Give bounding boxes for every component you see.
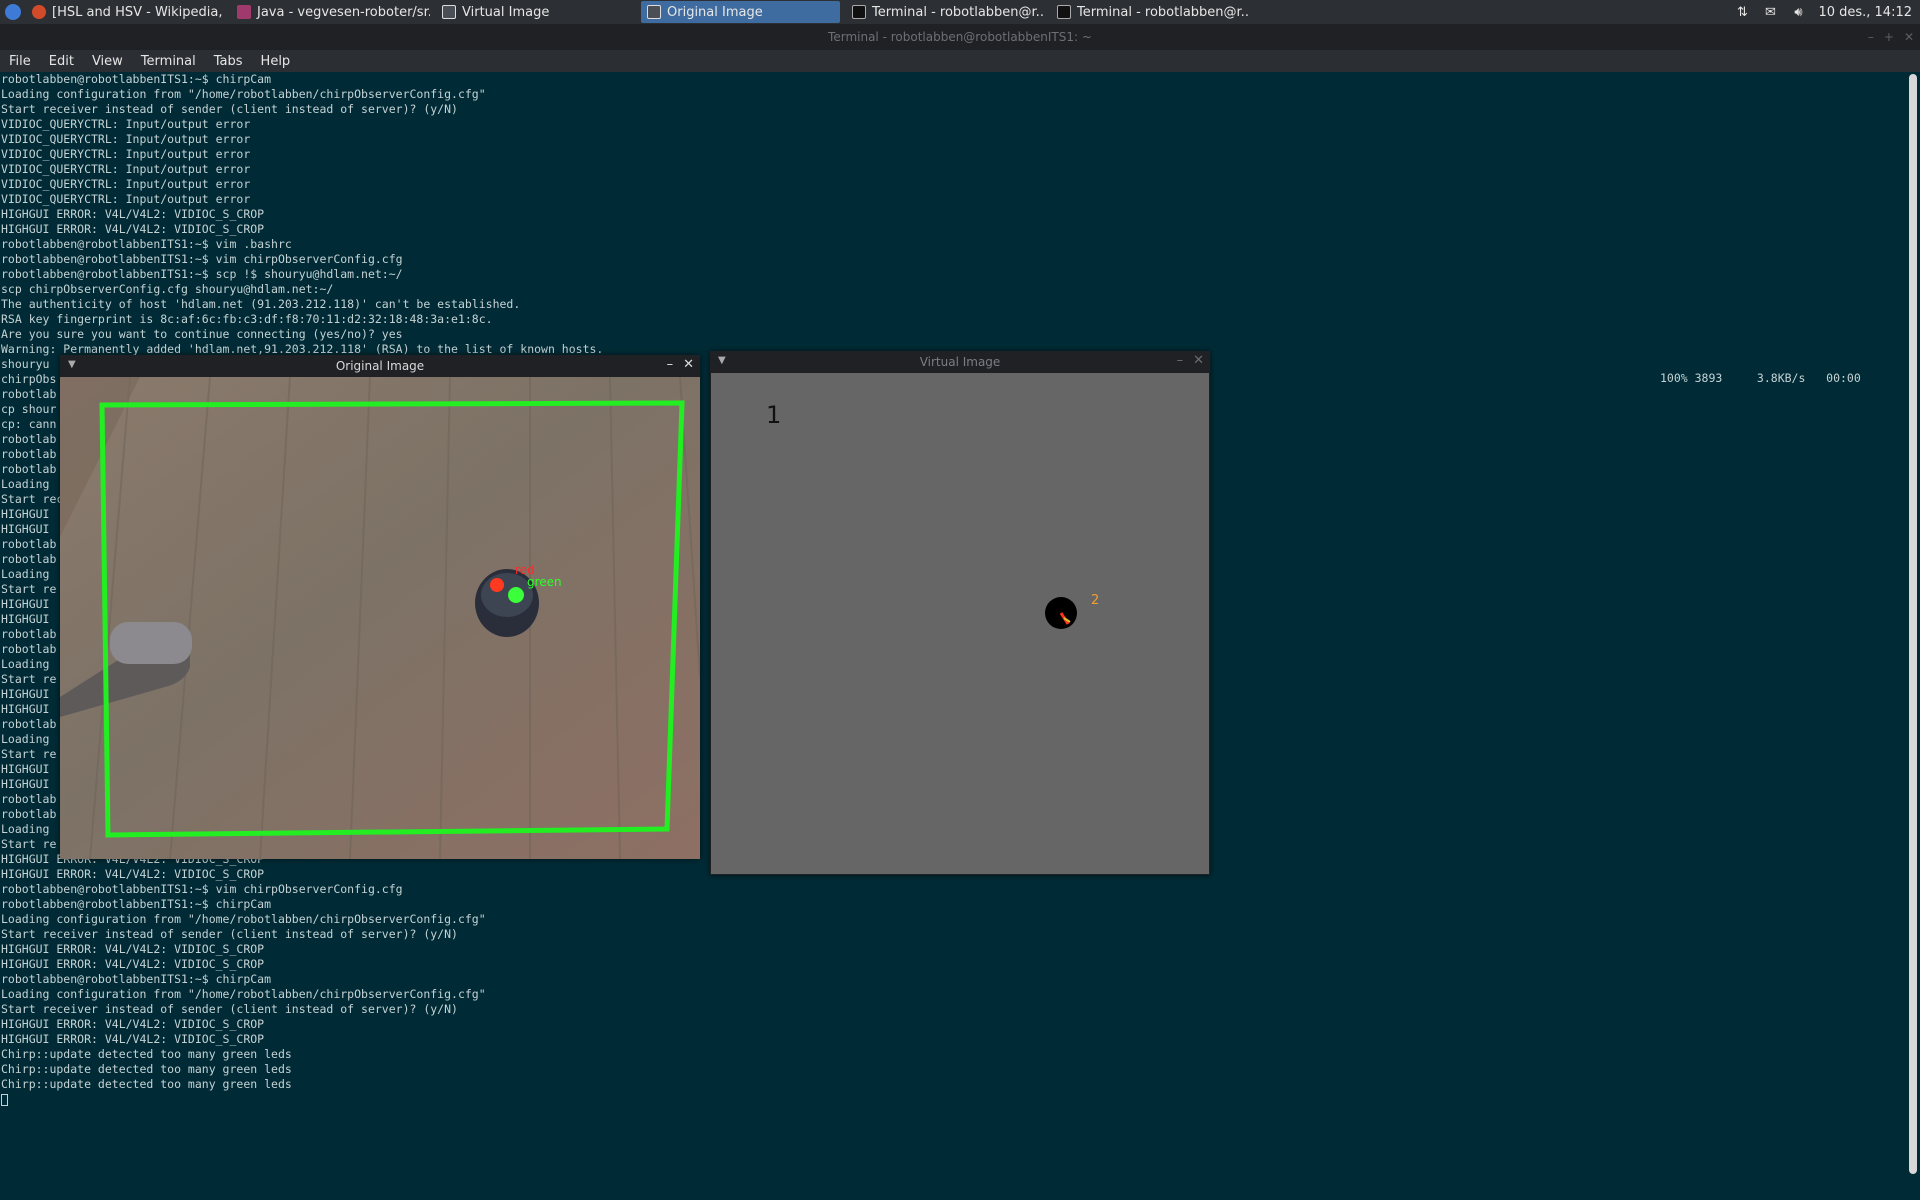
terminal-line: robotlabben@robotlabbenITS1:~$ vim chirp… <box>1 252 403 266</box>
taskbar-task[interactable]: Terminal - robotlabben@r... <box>846 1 1045 23</box>
terminal-line: Start receiver instead of sender (client… <box>1 102 458 116</box>
terminal-line: Loading configuration from "/home/robotl… <box>1 987 486 1001</box>
taskbar: [HSL and HSV - Wikipedia, t... Java - veg… <box>0 0 1920 24</box>
terminal-line: VIDIOC_QUERYCTRL: Input/output error <box>1 132 251 146</box>
scp-progress: 100% 3893 3.8KB/s 00:00 <box>1660 371 1861 385</box>
terminal-line: HIGHGUI ERROR: V4L/V4L2: VIDIOC_S_CROP <box>1 222 265 236</box>
task-label: Virtual Image <box>462 4 550 20</box>
terminal-line: Chirp::update detected too many green le… <box>1 1077 292 1091</box>
terminal-line: scp chirpObserverConfig.cfg shouryu@hdla… <box>1 282 334 296</box>
virtual-canvas: 1 2 <box>711 373 1209 874</box>
window-icon <box>442 5 456 19</box>
terminal-line: Start receiver instead of sender (client… <box>1 1002 458 1016</box>
terminal-line: HIGHGUI ERROR: V4L/V4L2: VIDIOC_S_CROP <box>1 207 265 221</box>
terminal-icon <box>852 5 866 19</box>
terminal-line: Start receiver instead of sender (client… <box>1 927 458 941</box>
volume-icon[interactable]: 🔊︎ <box>1790 5 1806 20</box>
virtual-image-window: ▼ Virtual Image – ✕ 1 2 <box>710 351 1210 875</box>
close-icon[interactable]: ✕ <box>1904 30 1914 44</box>
task-label: Java - vegvesen-roboter/sr... <box>257 4 430 20</box>
window-icon <box>647 5 661 19</box>
taskbar-task[interactable]: [HSL and HSV - Wikipedia, t... <box>26 1 225 23</box>
terminal-prompt-line <box>1 1092 1906 1107</box>
terminal-line: robotlabben@robotlabbenITS1:~$ chirpCam <box>1 72 272 86</box>
terminal-line: robotlabben@robotlabbenITS1:~$ scp !$ sh… <box>1 267 403 281</box>
mail-icon[interactable]: ✉ <box>1762 5 1778 20</box>
start-menu-button[interactable] <box>0 0 26 24</box>
window-title: Virtual Image <box>919 355 1001 369</box>
terminal-line: robotlabben@robotlabbenITS1:~$ chirpCam <box>1 972 272 986</box>
terminal-line: Loading configuration from "/home/robotl… <box>1 912 486 926</box>
close-icon[interactable]: ✕ <box>683 357 694 372</box>
terminal-line: Chirp::update detected too many green le… <box>1 1047 292 1061</box>
original-image-titlebar[interactable]: ▼ Original Image – ✕ <box>60 355 700 377</box>
terminal-line: The authenticity of host 'hdlam.net (91.… <box>1 297 521 311</box>
terminal-line: HIGHGUI ERROR: V4L/V4L2: VIDIOC_S_CROP <box>1 1032 265 1046</box>
terminal-cursor <box>1 1093 8 1106</box>
maximize-icon[interactable]: + <box>1884 30 1894 44</box>
virtual-robot-marker <box>1045 597 1077 629</box>
close-icon[interactable]: ✕ <box>1193 353 1204 368</box>
taskbar-task[interactable]: Java - vegvesen-roboter/sr... <box>231 1 430 23</box>
terminal-line: robotlabben@robotlabbenITS1:~$ vim .bash… <box>1 237 292 251</box>
scrollbar-thumb[interactable] <box>1909 74 1917 1174</box>
minimize-icon[interactable]: – <box>1868 30 1874 44</box>
terminal-line: Chirp::update detected too many green le… <box>1 1062 292 1076</box>
terminal-line: VIDIOC_QUERYCTRL: Input/output error <box>1 177 251 191</box>
terminal-line: robotlabben@robotlabbenITS1:~$ chirpCam <box>1 897 272 911</box>
terminal-line: Loading configuration from "/home/robotl… <box>1 87 486 101</box>
terminal-line: robotlabben@robotlabbenITS1:~$ vim chirp… <box>1 882 403 896</box>
terminal-menubar: File Edit View Terminal Tabs Help <box>0 50 1920 72</box>
terminal-line: VIDIOC_QUERYCTRL: Input/output error <box>1 117 251 131</box>
camera-image: red green <box>60 377 700 859</box>
terminal-line: Are you sure you want to continue connec… <box>1 327 403 341</box>
green-led <box>508 587 524 603</box>
minimize-icon[interactable]: – <box>667 357 674 372</box>
green-label: green <box>527 575 562 589</box>
menu-terminal[interactable]: Terminal <box>132 54 205 69</box>
taskbar-task[interactable]: Original Image <box>641 1 840 23</box>
taskbar-task[interactable]: Terminal - robotlabben@r... <box>1051 1 1250 23</box>
task-list: [HSL and HSV - Wikipedia, t... Java - veg… <box>26 1 1250 23</box>
terminal-scrollbar[interactable] <box>1906 72 1920 1200</box>
floor-surface <box>60 377 700 859</box>
terminal-line: VIDIOC_QUERYCTRL: Input/output error <box>1 147 251 161</box>
task-label: Terminal - robotlabben@r... <box>872 4 1045 20</box>
terminal-line: VIDIOC_QUERYCTRL: Input/output error <box>1 192 251 206</box>
menu-view[interactable]: View <box>83 54 132 69</box>
task-label: Terminal - robotlabben@r... <box>1077 4 1250 20</box>
terminal-title: Terminal - robotlabben@robotlabbenITS1: … <box>828 30 1092 44</box>
taskbar-task[interactable]: Virtual Image <box>436 1 635 23</box>
terminal-titlebar[interactable]: Terminal - robotlabben@robotlabbenITS1: … <box>0 24 1920 50</box>
marker-label-2: 2 <box>1091 593 1100 608</box>
virtual-image-titlebar[interactable]: ▼ Virtual Image – ✕ <box>710 351 1210 373</box>
terminal-line: HIGHGUI ERROR: V4L/V4L2: VIDIOC_S_CROP <box>1 942 265 956</box>
red-led <box>490 578 504 592</box>
original-image-window: ▼ Original Image – ✕ red green <box>60 355 700 859</box>
network-icon[interactable]: ⇅ <box>1734 5 1750 20</box>
minimize-icon[interactable]: – <box>1177 353 1184 368</box>
marker-label-1: 1 <box>766 401 782 429</box>
terminal-line: HIGHGUI ERROR: V4L/V4L2: VIDIOC_S_CROP <box>1 1017 265 1031</box>
terminal-icon <box>1057 5 1071 19</box>
menu-edit[interactable]: Edit <box>40 54 83 69</box>
window-title: Original Image <box>335 359 425 373</box>
window-menu-icon[interactable]: ▼ <box>68 359 76 370</box>
firefox-icon <box>32 5 46 19</box>
terminal-line: HIGHGUI ERROR: V4L/V4L2: VIDIOC_S_CROP <box>1 957 265 971</box>
task-label: [HSL and HSV - Wikipedia, t... <box>52 4 225 20</box>
clock[interactable]: 10 des., 14:12 <box>1818 5 1912 20</box>
system-tray: ⇅ ✉ 🔊︎ 10 des., 14:12 <box>1734 5 1920 20</box>
app-menu-icon <box>5 4 21 20</box>
task-label: Original Image <box>667 4 763 20</box>
terminal-line: RSA key fingerprint is 8c:af:6c:fb:c3:df… <box>1 312 493 326</box>
java-icon <box>237 5 251 19</box>
menu-tabs[interactable]: Tabs <box>205 54 252 69</box>
window-menu-icon[interactable]: ▼ <box>718 355 726 366</box>
terminal-line: VIDIOC_QUERYCTRL: Input/output error <box>1 162 251 176</box>
menu-help[interactable]: Help <box>252 54 300 69</box>
menu-file[interactable]: File <box>0 54 40 69</box>
